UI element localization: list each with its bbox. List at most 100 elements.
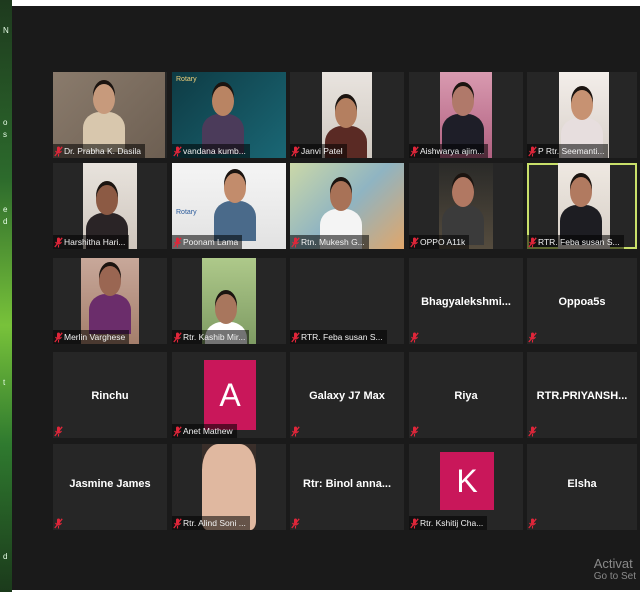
participant-tile[interactable]: Janvi Patel — [290, 72, 404, 158]
participant-name-bar — [290, 516, 305, 530]
muted-mic-icon — [290, 425, 301, 437]
participant-name-bar: Harshitha Hari... — [53, 235, 130, 249]
strip-letter: N — [3, 26, 9, 35]
participant-name: Harshitha Hari... — [64, 237, 126, 247]
person-head — [452, 177, 474, 207]
participant-tile[interactable]: Oppoa5s — [527, 258, 637, 344]
muted-mic-icon — [172, 517, 183, 529]
participant-tile[interactable]: Elsha — [527, 444, 637, 530]
participant-name: Poonam Lama — [183, 237, 239, 247]
participant-tile[interactable]: RTR.PRIYANSH... — [527, 352, 637, 438]
participant-tile[interactable]: Bhagyalekshmi... — [409, 258, 523, 344]
person-head — [570, 177, 592, 207]
participant-name-bar — [527, 516, 542, 530]
participant-name-bar — [527, 424, 542, 438]
participant-display-name: RTR.PRIYANSH... — [536, 390, 628, 402]
participant-display-name: Bhagyalekshmi... — [421, 296, 511, 308]
strip-letter: s — [3, 130, 7, 139]
participant-name: Dr. Prabha K. Dasila — [64, 146, 142, 156]
participant-name-bar: Anet Mathew — [172, 424, 237, 438]
participant-name-bar: Rtr. Kshitij Cha... — [409, 516, 488, 530]
strip-letter: t — [3, 378, 6, 387]
muted-mic-icon — [290, 145, 301, 157]
watermark-subtitle: Go to Set — [593, 571, 636, 582]
participant-name-bar: vandana kumb... — [172, 144, 250, 158]
muted-mic-icon — [53, 517, 64, 529]
person-head — [99, 266, 121, 296]
participant-name-bar — [409, 424, 424, 438]
rotary-banner-text: Rotary — [176, 76, 197, 83]
participant-tile[interactable]: Rtr. Alind Soni ... — [172, 444, 286, 530]
muted-mic-icon — [53, 331, 64, 343]
participant-name: Rtr. Alind Soni ... — [183, 518, 246, 528]
muted-mic-icon — [172, 425, 183, 437]
participant-tile[interactable]: Galaxy J7 Max — [290, 352, 404, 438]
participant-tile[interactable]: Rotary Poonam Lama — [172, 163, 286, 249]
participant-name: Rtr. Kashib Mir... — [183, 332, 246, 342]
muted-mic-icon — [527, 331, 538, 343]
participant-tile[interactable]: Riya — [409, 352, 523, 438]
participant-tile[interactable]: OPPO A11k — [409, 163, 523, 249]
person-head — [452, 86, 474, 116]
participant-avatar: A — [204, 360, 256, 430]
participant-tile[interactable]: Rtn. Mukesh G... — [290, 163, 404, 249]
participant-name-bar — [290, 424, 305, 438]
participant-tile[interactable]: Dr. Prabha K. Dasila — [53, 72, 167, 158]
muted-mic-icon — [290, 517, 301, 529]
strip-letter: d — [3, 217, 8, 226]
participant-name-bar: Dr. Prabha K. Dasila — [53, 144, 146, 158]
muted-mic-icon — [53, 145, 64, 157]
participant-name-bar — [53, 424, 68, 438]
participant-tile[interactable]: Aishwarya ajim... — [409, 72, 523, 158]
participant-display-name: Elsha — [567, 478, 597, 490]
participant-name: RTR. Feba susan S... — [301, 332, 383, 342]
participant-tile[interactable]: Jasmine James — [53, 444, 167, 530]
participant-tile[interactable]: Merlin Varghese — [53, 258, 167, 344]
muted-mic-icon — [409, 331, 420, 343]
participant-display-name: Riya — [454, 390, 478, 402]
person-head — [93, 84, 115, 114]
participant-name-bar: OPPO A11k — [409, 235, 470, 249]
participant-tile[interactable]: RTR. Feba susan S... — [290, 258, 404, 344]
strip-letter: d — [3, 552, 8, 561]
participant-tile[interactable]: A Anet Mathew — [172, 352, 286, 438]
participant-name: OPPO A11k — [420, 237, 466, 247]
participant-tile[interactable]: RTR. Feba susan S... — [527, 163, 637, 249]
participant-name-bar: Rtn. Mukesh G... — [290, 235, 369, 249]
participant-name-bar: P Rtr. Seemanti... — [527, 144, 609, 158]
person-head — [224, 173, 246, 203]
muted-mic-icon — [527, 517, 538, 529]
participant-name: RTR. Feba susan S... — [538, 237, 620, 247]
participant-display-name: Jasmine James — [69, 478, 151, 490]
muted-mic-icon — [172, 236, 183, 248]
participant-name: Rtr. Kshitij Cha... — [420, 518, 484, 528]
strip-letter: o — [3, 118, 8, 127]
participant-name: Aishwarya ajim... — [420, 146, 485, 156]
participant-name: Rtn. Mukesh G... — [301, 237, 365, 247]
muted-mic-icon — [172, 331, 183, 343]
participant-display-name: Rinchu — [91, 390, 129, 402]
watermark-title: Activat — [593, 556, 633, 571]
participant-tile[interactable]: Rotary vandana kumb... — [172, 72, 286, 158]
participant-name: Merlin Varghese — [64, 332, 126, 342]
muted-mic-icon — [53, 425, 64, 437]
strip-letter: e — [3, 205, 8, 214]
participant-display-name: Galaxy J7 Max — [309, 390, 385, 402]
muted-mic-icon — [527, 145, 538, 157]
participant-tile[interactable]: Rinchu — [53, 352, 167, 438]
participant-tile[interactable]: Rtr. Kashib Mir... — [172, 258, 286, 344]
participant-avatar: K — [440, 452, 494, 510]
participant-name-bar: Aishwarya ajim... — [409, 144, 489, 158]
participant-tile[interactable]: K Rtr. Kshitij Cha... — [409, 444, 523, 530]
muted-mic-icon — [409, 145, 420, 157]
participant-name: vandana kumb... — [183, 146, 246, 156]
participant-tile[interactable]: Rtr: Binol anna... — [290, 444, 404, 530]
muted-mic-icon — [409, 517, 420, 529]
participant-tile[interactable]: P Rtr. Seemanti... — [527, 72, 637, 158]
participant-name-bar: Merlin Varghese — [53, 330, 130, 344]
zoom-gallery-view: Dr. Prabha K. Dasila Rotary vandana kumb..… — [12, 6, 640, 590]
participant-tile[interactable]: Harshitha Hari... — [53, 163, 167, 249]
muted-mic-icon — [527, 425, 538, 437]
windows-activation-watermark: Activat Go to Set — [594, 556, 636, 582]
person-head — [96, 185, 118, 215]
